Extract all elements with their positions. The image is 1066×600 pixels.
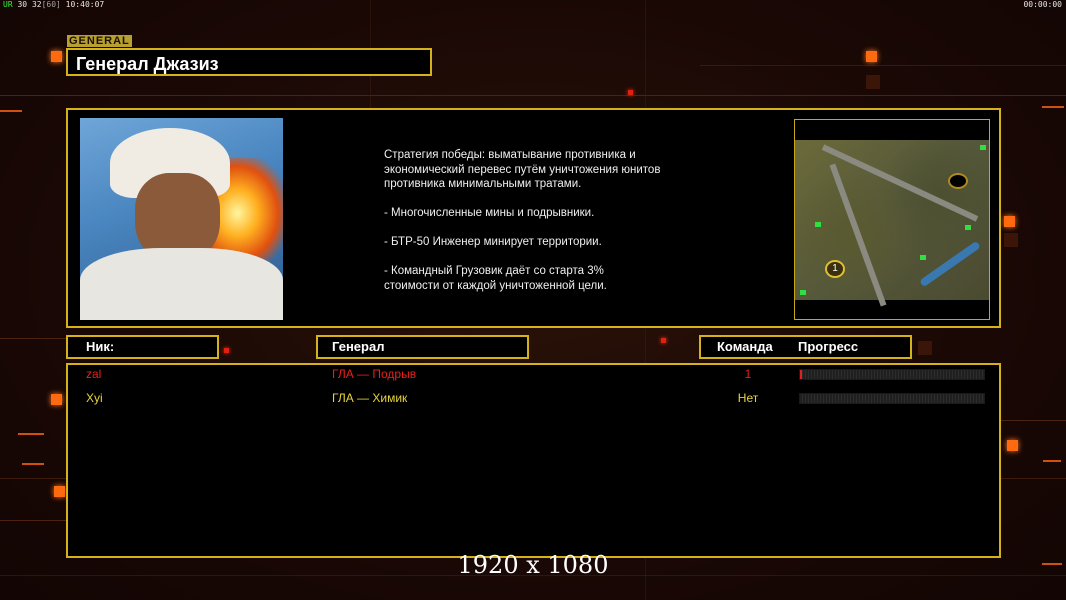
bg-dash: [18, 433, 44, 435]
coat-graphic: [80, 248, 283, 320]
bg-square: [1004, 216, 1015, 227]
clock: 10:40:07: [65, 0, 105, 9]
bg-dash: [1043, 460, 1061, 462]
fps-prefix: UR: [3, 0, 13, 9]
map-river: [919, 240, 981, 288]
fps-value-2: 32: [31, 0, 42, 9]
bg-square: [1007, 440, 1018, 451]
bg-square: [866, 75, 880, 89]
map-unit: [920, 255, 926, 260]
map-unit: [800, 290, 806, 295]
bg-line: [0, 95, 1066, 96]
bg-square: [54, 486, 65, 497]
player-row[interactable]: Xyi ГЛА — Химик Нет: [0, 389, 1066, 409]
bg-dash: [0, 110, 22, 112]
bg-square: [1004, 233, 1018, 247]
description-paragraph: Стратегия победы: выматывание противника…: [384, 149, 661, 190]
progress-fill: [800, 370, 803, 379]
bg-square: [918, 341, 932, 355]
column-header-team-progress: Команда Прогресс: [699, 335, 912, 359]
bg-square: [224, 348, 229, 353]
bg-square: [628, 90, 633, 95]
general-tag: GENERAL: [67, 35, 132, 47]
player-row[interactable]: zal ГЛА — Подрыв 1: [0, 365, 1066, 385]
column-header-progress: Прогресс: [798, 339, 859, 354]
map-preview[interactable]: 1: [794, 119, 990, 320]
fps-value: 30: [17, 0, 28, 9]
bg-line: [0, 520, 66, 521]
player-nick: zal: [86, 367, 102, 381]
map-crater: [948, 173, 968, 189]
general-name: Генерал Джазиз: [66, 48, 432, 76]
column-header-general: Генерал: [316, 335, 529, 359]
bg-dash: [22, 463, 44, 465]
strategy-description: Стратегия победы: выматывание противника…: [384, 148, 764, 308]
map-terrain: 1: [795, 140, 989, 307]
description-paragraph: - БТР-50 Инженер минирует территории.: [384, 236, 602, 248]
progress-bar: [799, 369, 985, 380]
map-unit: [815, 222, 821, 227]
bg-line: [700, 65, 1066, 66]
player-general: ГЛА — Подрыв: [332, 367, 417, 381]
player-team: Нет: [737, 391, 759, 405]
map-road: [829, 163, 887, 307]
bg-dash: [1042, 106, 1064, 108]
player-general: ГЛА — Химик: [332, 391, 408, 405]
description-paragraph: - Командный Грузовик даёт со старта 3% с…: [384, 265, 607, 292]
bg-line: [1001, 420, 1066, 421]
start-position-marker[interactable]: 1: [825, 260, 845, 278]
resolution-label: 1920 x 1080: [457, 551, 609, 579]
bg-square: [51, 51, 62, 62]
map-unit: [965, 225, 971, 230]
player-nick: Xyi: [86, 391, 103, 405]
fps-counter: UR 30 32[60] 10:40:07: [3, 0, 104, 9]
bg-square: [866, 51, 877, 62]
game-timer: 00:00:00: [1023, 0, 1062, 9]
general-portrait: [80, 118, 283, 320]
column-header-nick: Ник:: [66, 335, 219, 359]
map-unit: [980, 145, 986, 150]
column-header-team: Команда: [717, 339, 773, 354]
player-team: 1: [744, 367, 752, 381]
progress-bar: [799, 393, 985, 404]
description-paragraph: - Многочисленные мины и подрывники.: [384, 207, 595, 219]
bg-line: [0, 338, 66, 339]
bg-square: [661, 338, 666, 343]
fps-target: [60]: [41, 0, 61, 9]
